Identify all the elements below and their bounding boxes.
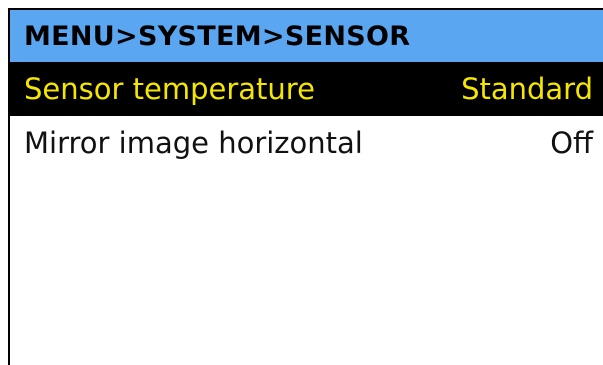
menu-screen: MENU>SYSTEM>SENSOR Sensor temperature St…	[8, 8, 603, 365]
menu-item-label: Sensor temperature	[24, 72, 315, 106]
title-bar: MENU>SYSTEM>SENSOR	[10, 10, 603, 62]
menu-item-value: Standard	[461, 72, 593, 106]
menu-item-sensor-temperature[interactable]: Sensor temperature Standard	[10, 62, 603, 116]
breadcrumb: MENU>SYSTEM>SENSOR	[24, 20, 411, 52]
menu-item-mirror-image-horizontal[interactable]: Mirror image horizontal Off	[10, 116, 603, 170]
menu-item-value: Off	[550, 126, 593, 160]
menu-item-label: Mirror image horizontal	[24, 126, 363, 160]
